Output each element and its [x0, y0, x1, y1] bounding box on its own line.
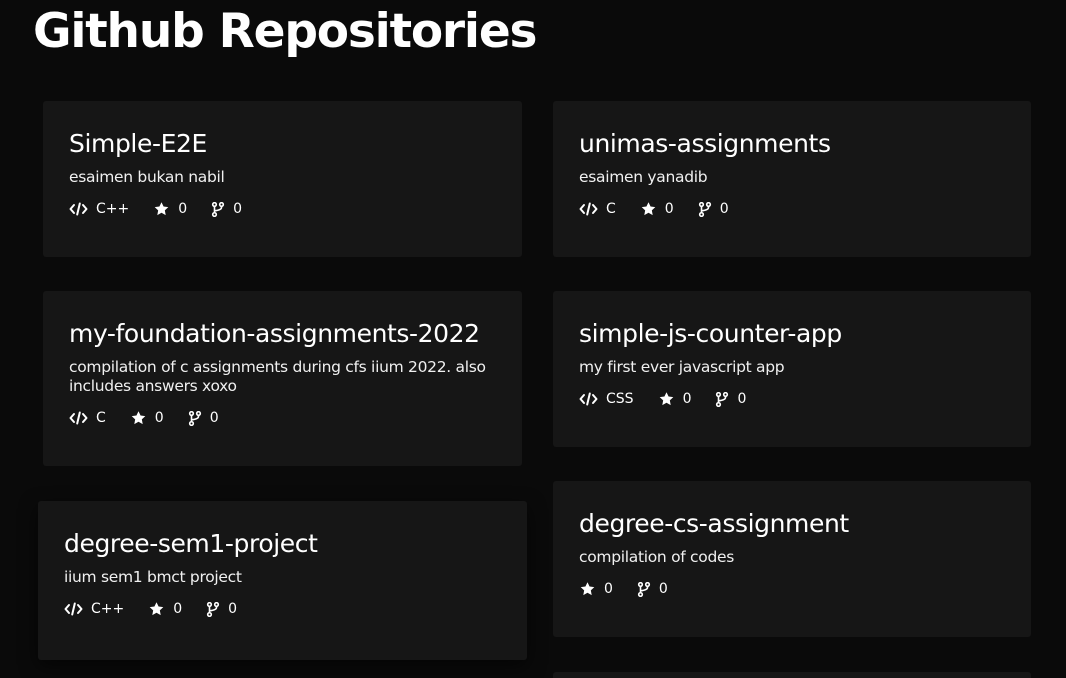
stars-count: 0 — [178, 201, 188, 217]
fork-icon — [188, 410, 201, 426]
stars-count: 0 — [664, 201, 674, 217]
star-icon — [641, 202, 656, 216]
repo-card[interactable]: degree-sem1-project iium sem1 bmct proje… — [38, 501, 527, 660]
repo-card[interactable]: Simple-E2E esaimen bukan nabil C++ 0 0 — [43, 101, 522, 257]
forks-count: 0 — [737, 391, 747, 407]
fork-icon — [716, 391, 729, 407]
repo-name[interactable]: unimas-assignments — [579, 129, 1007, 159]
star-icon — [659, 392, 673, 406]
repo-stars: 0 — [658, 390, 692, 408]
repo-forks: 0 — [206, 600, 237, 618]
repo-language: CSS — [579, 390, 634, 408]
code-icon — [64, 602, 83, 616]
repo-description: compilation of codes — [579, 548, 734, 566]
forks-count: 0 — [209, 410, 219, 426]
repo-forks: 0 — [715, 390, 746, 408]
repo-description: iium sem1 bmct project — [64, 568, 242, 586]
repo-language: C — [69, 409, 106, 427]
language-label: C++ — [96, 201, 130, 217]
forks-count: 0 — [719, 201, 729, 217]
stars-count: 0 — [154, 410, 164, 426]
forks-count: 0 — [658, 581, 668, 597]
repo-name[interactable]: Simple-E2E — [69, 129, 498, 159]
fork-icon — [212, 201, 225, 217]
stars-count: 0 — [173, 601, 183, 617]
repo-description: esaimen yanadib — [579, 168, 708, 186]
repo-meta: 0 0 — [579, 580, 1007, 598]
star-icon — [154, 202, 169, 216]
repo-meta: C 0 0 — [579, 200, 1007, 218]
page-title: Github Repositories — [33, 4, 537, 59]
stars-count: 0 — [604, 581, 613, 597]
fork-icon — [637, 581, 651, 597]
language-label: C++ — [91, 601, 125, 617]
repo-name[interactable]: simple-js-counter-app — [579, 319, 1007, 349]
code-icon — [579, 392, 598, 406]
repo-stars: 0 — [579, 580, 613, 598]
repo-name[interactable]: my-foundation-assignments-2022 — [69, 319, 498, 349]
star-icon — [131, 411, 146, 425]
repo-stars: 0 — [640, 200, 674, 218]
repo-name[interactable]: degree-sem1-project — [64, 529, 503, 559]
code-icon — [69, 411, 88, 425]
repo-card[interactable]: unimas-assignments esaimen yanadib C 0 0 — [553, 101, 1031, 257]
repo-language: C — [579, 200, 616, 218]
forks-count: 0 — [233, 201, 243, 217]
repo-name[interactable]: degree-cs-assignment — [579, 509, 1007, 539]
code-icon — [69, 202, 88, 216]
repo-meta: C++ 0 0 — [64, 600, 503, 618]
fork-icon — [207, 601, 220, 617]
repo-card[interactable]: degree-cs-assignment compilation of code… — [553, 481, 1031, 637]
repo-description: compilation of c assignments during cfs … — [69, 358, 486, 395]
repo-meta: C++ 0 0 — [69, 200, 498, 218]
repo-stars: 0 — [130, 409, 164, 427]
repo-language: C++ — [69, 200, 129, 218]
repo-card[interactable]: simple-js-counter-app my first ever java… — [553, 291, 1031, 447]
repo-forks: 0 — [211, 200, 242, 218]
star-icon — [149, 602, 164, 616]
code-icon — [579, 202, 598, 216]
repo-forks: 0 — [637, 580, 668, 598]
language-label: C — [96, 410, 106, 426]
repo-forks: 0 — [188, 409, 219, 427]
stars-count: 0 — [682, 391, 692, 407]
repo-language: C++ — [64, 600, 124, 618]
repo-meta: C 0 0 — [69, 409, 498, 427]
repo-description: my first ever javascript app — [579, 358, 785, 376]
repo-card[interactable]: my-foundation-assignments-2022 compilati… — [43, 291, 522, 466]
repo-stars: 0 — [153, 200, 187, 218]
star-icon — [580, 582, 595, 596]
repositories-page: Github Repositories Simple-E2E esaimen b… — [0, 0, 1066, 678]
repo-meta: CSS 0 0 — [579, 390, 1007, 408]
language-label: C — [606, 201, 616, 217]
repo-forks: 0 — [698, 200, 729, 218]
forks-count: 0 — [228, 601, 238, 617]
language-label: CSS — [606, 391, 634, 407]
repo-stars: 0 — [148, 600, 182, 618]
repo-description: esaimen bukan nabil — [69, 168, 225, 186]
repo-card-partial[interactable] — [553, 672, 1031, 678]
fork-icon — [698, 201, 711, 217]
